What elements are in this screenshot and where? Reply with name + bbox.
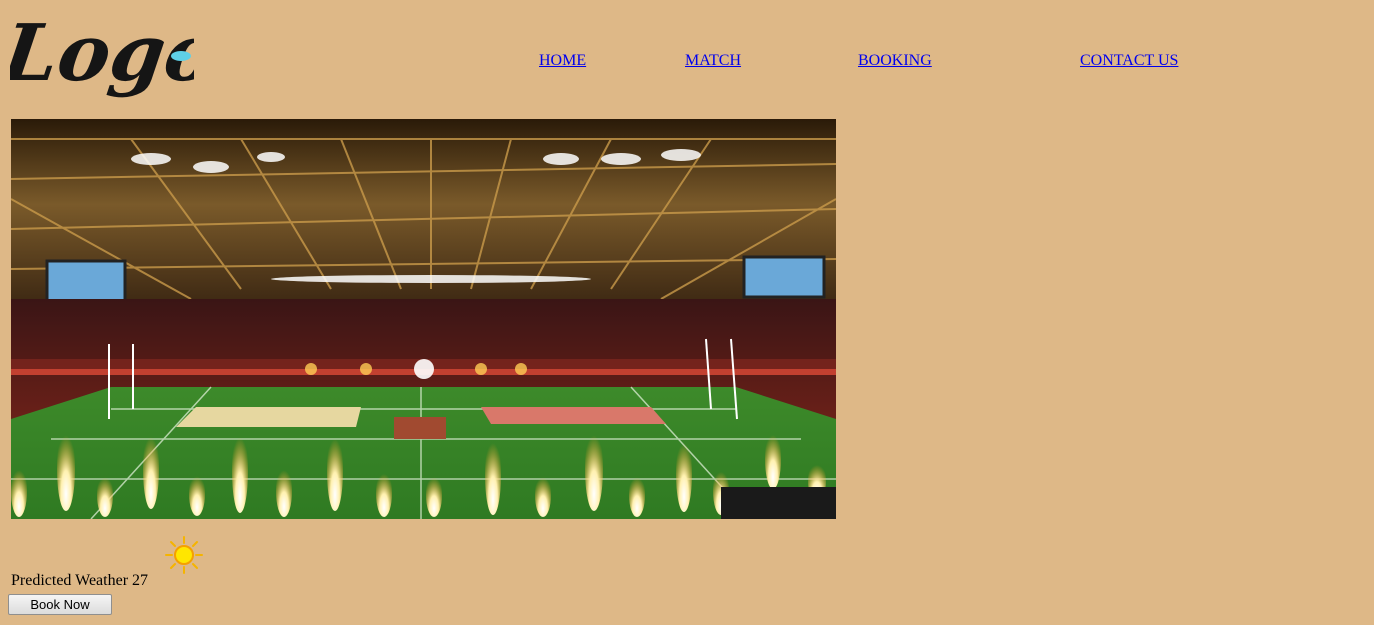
hero-stadium-image <box>11 119 836 519</box>
sun-icon <box>165 536 203 574</box>
book-now-button[interactable]: Book Now <box>8 594 112 615</box>
logo-dot <box>171 51 191 61</box>
predicted-weather-label: Predicted Weather 27 <box>11 572 149 589</box>
logo: Logo <box>10 8 194 112</box>
logo-text: Logo <box>10 8 194 99</box>
nav-link-contact-us[interactable]: CONTACT US <box>1080 52 1178 70</box>
nav-link-home[interactable]: HOME <box>539 52 586 70</box>
nav-link-match[interactable]: MATCH <box>685 52 741 70</box>
nav-link-booking[interactable]: BOOKING <box>858 52 932 70</box>
